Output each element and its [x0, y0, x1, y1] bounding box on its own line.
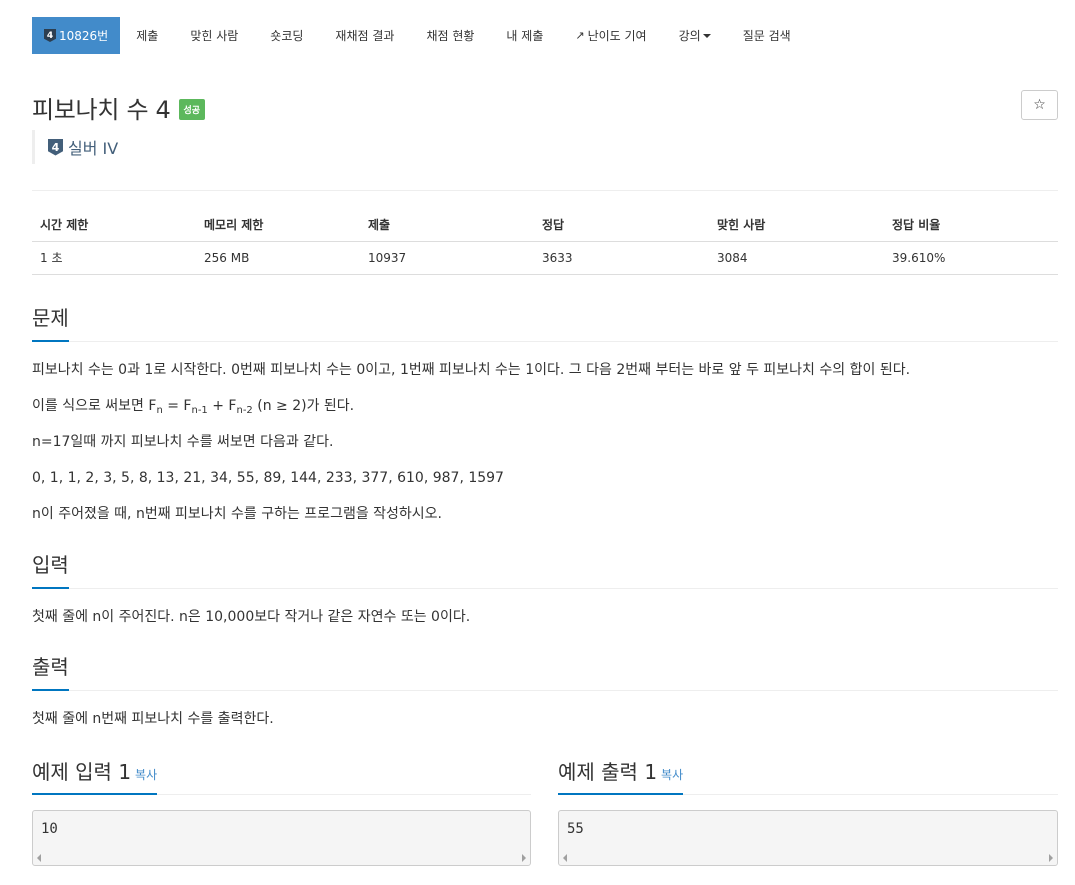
output-section-title: 출력 [32, 651, 69, 691]
problem-info-table: 시간 제한 메모리 제한 제출 정답 맞힌 사람 정답 비율 1 초 256 M… [32, 209, 1058, 275]
time-limit-value: 1 초 [32, 241, 196, 275]
sample-output-value: 55 [567, 821, 584, 837]
star-icon: ☆ [1033, 97, 1046, 113]
output-description: 첫째 줄에 n번째 피보나치 수를 출력한다. [32, 711, 274, 727]
tab-status[interactable]: 채점 현황 [410, 17, 490, 54]
tab-solved-users[interactable]: 맞힌 사람 [174, 17, 254, 54]
status-badge: 성공 [178, 99, 206, 120]
tab-short-coding[interactable]: 숏코딩 [254, 17, 319, 54]
copy-output-button[interactable]: 복사 [661, 768, 683, 782]
input-section-title: 입력 [32, 549, 69, 589]
memory-limit-value: 256 MB [196, 241, 360, 275]
problem-section-header: 문제 [32, 302, 1058, 342]
tab-submit[interactable]: 제출 [120, 17, 174, 54]
formula-text: (n ≥ 2)가 된다. [252, 398, 355, 414]
copy-input-button[interactable]: 복사 [135, 768, 157, 782]
scroll-right-icon[interactable] [1049, 854, 1053, 862]
star-button[interactable]: ☆ [1021, 90, 1058, 120]
external-link-icon: ↗ [575, 29, 585, 42]
table-header-row: 시간 제한 메모리 제한 제출 정답 맞힌 사람 정답 비율 [32, 209, 1058, 242]
problem-number-label: 10826번 [59, 29, 109, 43]
problem-paragraph: n=17일때 까지 피보나치 수를 써보면 다음과 같다. [32, 434, 334, 450]
tier-icon: 4 [44, 29, 56, 42]
problem-paragraph: n이 주어졌을 때, n번째 피보나치 수를 구하는 프로그램을 작성하시오. [32, 506, 443, 522]
tab-rejudge-results[interactable]: 재채점 결과 [319, 17, 410, 54]
divider [32, 190, 1058, 191]
output-section-header: 출력 [32, 651, 1058, 691]
tab-lectures-label: 강의 [678, 29, 701, 43]
formula-text: + F [207, 398, 237, 414]
horizontal-scrollbar[interactable] [559, 851, 1057, 865]
formula-text: 이를 식으로 써보면 F [32, 398, 157, 414]
sample-output-title: 예제 출력 1 [558, 760, 658, 784]
tier-label[interactable]: 실버 IV [68, 135, 118, 159]
scroll-left-icon[interactable] [563, 854, 567, 862]
sample-output-box[interactable]: 55 [558, 810, 1058, 866]
problem-formula: 이를 식으로 써보면 Fn = Fn-1 + Fn-2 (n ≥ 2)가 된다. [32, 397, 354, 420]
header-solved-users: 맞힌 사람 [709, 209, 884, 242]
problem-menu: 4 10826번 제출 맞힌 사람 숏코딩 재채점 결과 채점 현황 내 제출 … [32, 17, 807, 54]
tier-block: 4 실버 IV [32, 130, 118, 164]
horizontal-scrollbar[interactable] [33, 851, 530, 865]
tab-difficulty-contribution[interactable]: ↗ 난이도 기여 [559, 17, 662, 54]
tab-lectures-dropdown[interactable]: 강의 [663, 17, 727, 54]
fibonacci-sequence: 0, 1, 1, 2, 3, 5, 8, 13, 21, 34, 55, 89,… [32, 470, 504, 486]
tab-my-submissions[interactable]: 내 제출 [490, 17, 559, 54]
scroll-left-icon[interactable] [37, 854, 41, 862]
header-accept-ratio: 정답 비율 [884, 209, 1058, 242]
submissions-value: 10937 [360, 241, 534, 275]
sample-input-value: 10 [41, 821, 58, 837]
input-description: 첫째 줄에 n이 주어진다. n은 10,000보다 작거나 같은 자연수 또는… [32, 609, 471, 625]
scroll-right-icon[interactable] [522, 854, 526, 862]
input-section-header: 입력 [32, 549, 1058, 589]
page-title: 피보나치 수 4 [32, 96, 171, 124]
header-memory-limit: 메모리 제한 [196, 209, 360, 242]
formula-subscript: n-1 [191, 405, 208, 416]
title-row: 피보나치 수 4 성공 [32, 90, 206, 125]
accepted-value: 3633 [534, 241, 709, 275]
problem-section-title: 문제 [32, 302, 69, 342]
sample-output-title-wrap: 예제 출력 1 복사 [558, 756, 684, 795]
sample-input-box[interactable]: 10 [32, 810, 531, 866]
caret-down-icon [702, 33, 711, 38]
problem-number-tab[interactable]: 4 10826번 [32, 17, 121, 54]
tab-difficulty-label: 난이도 기여 [587, 29, 647, 43]
header-submissions: 제출 [360, 209, 534, 242]
tier-icon: 4 [48, 138, 63, 156]
sample-input-title-wrap: 예제 입력 1 복사 [32, 756, 158, 795]
formula-text: = F [162, 398, 192, 414]
formula-subscript: n-2 [236, 405, 253, 416]
sample-input-header: 예제 입력 1 복사 [32, 756, 531, 795]
problem-paragraph: 피보나치 수는 0과 1로 시작한다. 0번째 피보나치 수는 0이고, 1번째… [32, 362, 911, 378]
sample-output-header: 예제 출력 1 복사 [558, 756, 1058, 795]
table-row: 1 초 256 MB 10937 3633 3084 39.610% [32, 241, 1058, 275]
solved-users-value: 3084 [709, 241, 884, 275]
tab-question-search[interactable]: 질문 검색 [727, 17, 807, 54]
header-time-limit: 시간 제한 [32, 209, 196, 242]
sample-input-title: 예제 입력 1 [32, 760, 132, 784]
accept-ratio-value: 39.610% [884, 241, 1058, 275]
header-accepted: 정답 [534, 209, 709, 242]
